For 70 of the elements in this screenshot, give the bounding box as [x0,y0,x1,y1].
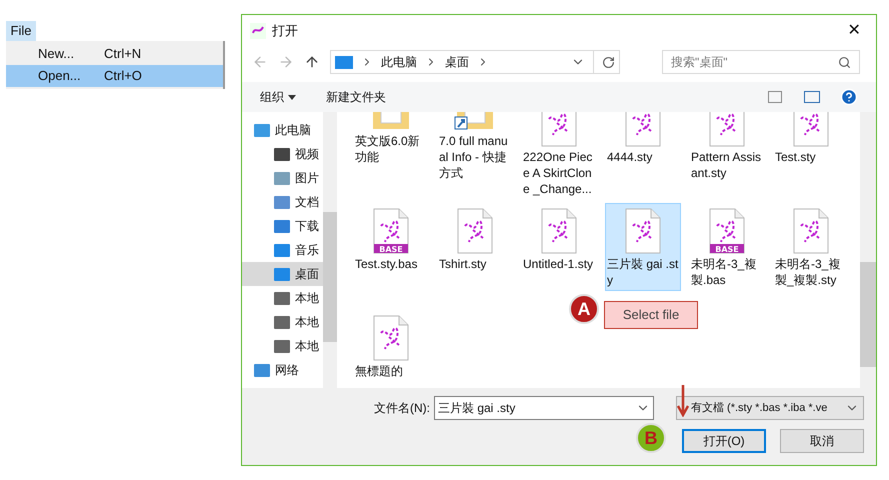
file-item[interactable]: BASE 未明名-3_複製.bas [689,203,765,291]
file-item[interactable]: Test.sty [773,112,849,168]
sty-file-icon [541,208,577,254]
refresh-icon[interactable] [602,56,615,68]
filename-field[interactable]: 三片裝 gai .sty [434,396,654,420]
cancel-button[interactable]: 取消 [780,429,864,453]
sty-file-icon [457,208,493,254]
nav-item[interactable]: 本地 [242,310,323,334]
file-item[interactable]: 英文版6.0新功能 [353,112,429,168]
download-icon [274,220,290,232]
base-file-icon: BASE [709,208,745,254]
nav-item[interactable]: 下载 [242,214,323,238]
file-item[interactable]: 三片裝 gai .sty [605,203,681,291]
nav-item[interactable]: 本地 [242,334,323,358]
nav-item[interactable]: 此电脑 [242,118,323,142]
help-icon[interactable] [840,88,858,106]
document-icon [274,196,290,208]
close-button[interactable]: ✕ [840,18,868,42]
pointer-arrow [677,385,689,417]
new-folder-button[interactable]: 新建文件夹 [326,88,386,106]
drive-icon [274,316,290,328]
filter-dropdown[interactable]: 有文檔 (*.sty *.bas *.iba *.ve [676,396,864,420]
file-menu[interactable]: File [6,21,36,41]
nav-item[interactable]: 本地 [242,286,323,310]
app-icon [250,22,266,38]
scrollbar[interactable] [860,112,876,388]
file-item[interactable]: BASE Test.sty.bas [353,203,429,275]
pc-icon [335,56,353,68]
filename-label: 文件名(N): [374,400,430,417]
callout-label: Select file [604,301,698,329]
nav-item[interactable]: 文档 [242,190,323,214]
nav-item[interactable]: 桌面 [242,262,323,286]
file-item[interactable]: 無標題的 [353,310,429,382]
nav-item[interactable]: 图片 [242,166,323,190]
network-icon [254,364,270,376]
file-item[interactable]: Untitled-1.sty [521,203,597,275]
nav-item[interactable]: 视频 [242,142,323,166]
sty-file-icon [373,315,409,361]
video-icon [274,148,290,160]
drive-icon [274,340,290,352]
view-icon[interactable] [768,91,782,103]
breadcrumb-item[interactable]: 桌面 [445,53,469,71]
picture-icon [274,172,290,184]
file-item[interactable]: Pattern Assisant.sty [689,112,765,184]
search-field[interactable]: 搜索"桌面" [662,50,860,74]
breadcrumb-item[interactable]: 此电脑 [381,53,417,71]
file-item[interactable]: 4444.sty [605,112,681,168]
organize-button[interactable]: 组织 [260,88,296,106]
address-bar[interactable]: 此电脑 桌面 [330,50,620,74]
menu-item[interactable]: New... Ctrl+N [6,43,223,65]
file-item[interactable]: 222One Piece A SkirtClone _Change... [521,112,597,200]
scrollbar[interactable] [323,112,337,388]
caret-icon [288,94,296,100]
sty-file-icon [625,208,661,254]
nav-item[interactable]: 音乐 [242,238,323,262]
base-file-icon: BASE [373,208,409,254]
search-icon [838,56,851,68]
drive-icon [274,292,290,304]
desktop-icon [274,268,290,280]
music-icon [274,244,290,256]
menu-item[interactable]: Open... Ctrl+O [6,65,223,87]
file-item[interactable]: 7.0 full manual Info - 快捷方式 [437,112,513,184]
nav-item[interactable]: 网络 [242,358,323,382]
preview-pane-icon[interactable] [804,91,820,103]
window-title: 打开 [272,22,298,40]
sty-file-icon [793,208,829,254]
open-button[interactable]: 打开(O) [682,429,766,453]
pc-icon [254,124,270,136]
file-item[interactable]: Tshirt.sty [437,203,513,275]
file-item[interactable]: 未明名-3_複製_複製.sty [773,203,849,291]
